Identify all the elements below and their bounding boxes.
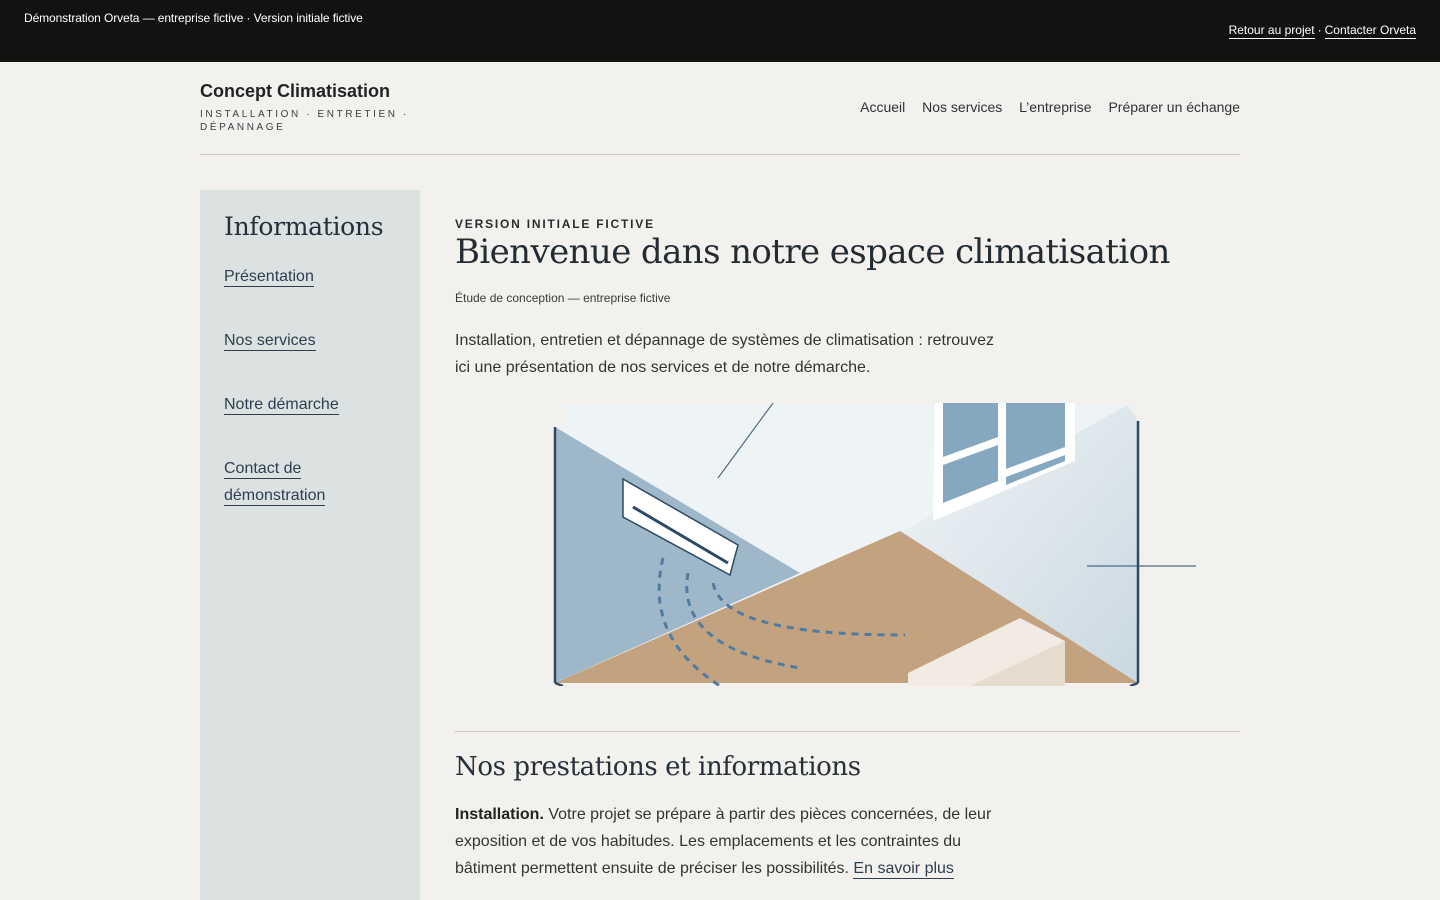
learn-more-link[interactable]: En savoir plus	[853, 860, 954, 879]
page-subtitle: Étude de conception — entreprise fictive	[455, 291, 671, 305]
sidebar-item-label: Notre démarche	[224, 396, 339, 415]
sidebar-item-label: Présentation	[224, 268, 314, 287]
nav-accueil[interactable]: Accueil	[860, 99, 905, 115]
sidebar-item-presentation[interactable]: Présentation	[224, 263, 394, 290]
nav-preparer-echange[interactable]: Préparer un échange	[1108, 99, 1240, 115]
sidebar-item-label: Nos services	[224, 332, 316, 351]
page-title: Bienvenue dans notre espace climatisatio…	[455, 232, 1170, 272]
sidebar-item-nos-services[interactable]: Nos services	[224, 327, 394, 354]
section-body: Installation. Votre projet se prépare à …	[455, 801, 1015, 882]
sidebar-item-contact[interactable]: Contact de démonstration	[224, 455, 394, 509]
eyebrow: VERSION INITIALE FICTIVE	[455, 217, 655, 231]
header-divider	[200, 154, 1240, 155]
sidebar: Informations Présentation Nos services N…	[200, 190, 420, 900]
nav-entreprise[interactable]: L’entreprise	[1019, 99, 1091, 115]
back-to-project-link[interactable]: Retour au projet	[1228, 23, 1315, 39]
demo-notice: Démonstration Orveta — entreprise fictiv…	[24, 11, 363, 25]
demo-topbar: Démonstration Orveta — entreprise fictiv…	[0, 0, 1440, 62]
brand-name: Concept Climatisation	[200, 81, 391, 101]
contact-orveta-link[interactable]: Contacter Orveta	[1324, 23, 1416, 39]
section-divider	[455, 731, 1240, 732]
brand[interactable]: Concept Climatisation INSTALLATION · ENT…	[200, 81, 420, 134]
room-illustration	[553, 403, 1196, 686]
intro-text: Installation, entretien et dépannage de …	[455, 332, 994, 376]
section-lead: Installation.	[455, 806, 544, 823]
main-nav: Accueil Nos services L’entreprise Prépar…	[847, 99, 1240, 115]
sidebar-item-label: Contact de	[224, 460, 302, 479]
sidebar-item-notre-demarche[interactable]: Notre démarche	[224, 391, 394, 418]
topbar-separator: ·	[1317, 23, 1322, 37]
sidebar-heading: Informations	[224, 212, 384, 241]
sidebar-item-label: démonstration	[224, 487, 326, 506]
section-title: Nos prestations et informations	[455, 752, 861, 782]
brand-tagline: INSTALLATION · ENTRETIEN · DÉPANNAGE	[200, 109, 409, 133]
topbar-links: Retour au projet · Contacter Orveta	[1228, 23, 1416, 39]
nav-nos-services[interactable]: Nos services	[922, 99, 1002, 115]
